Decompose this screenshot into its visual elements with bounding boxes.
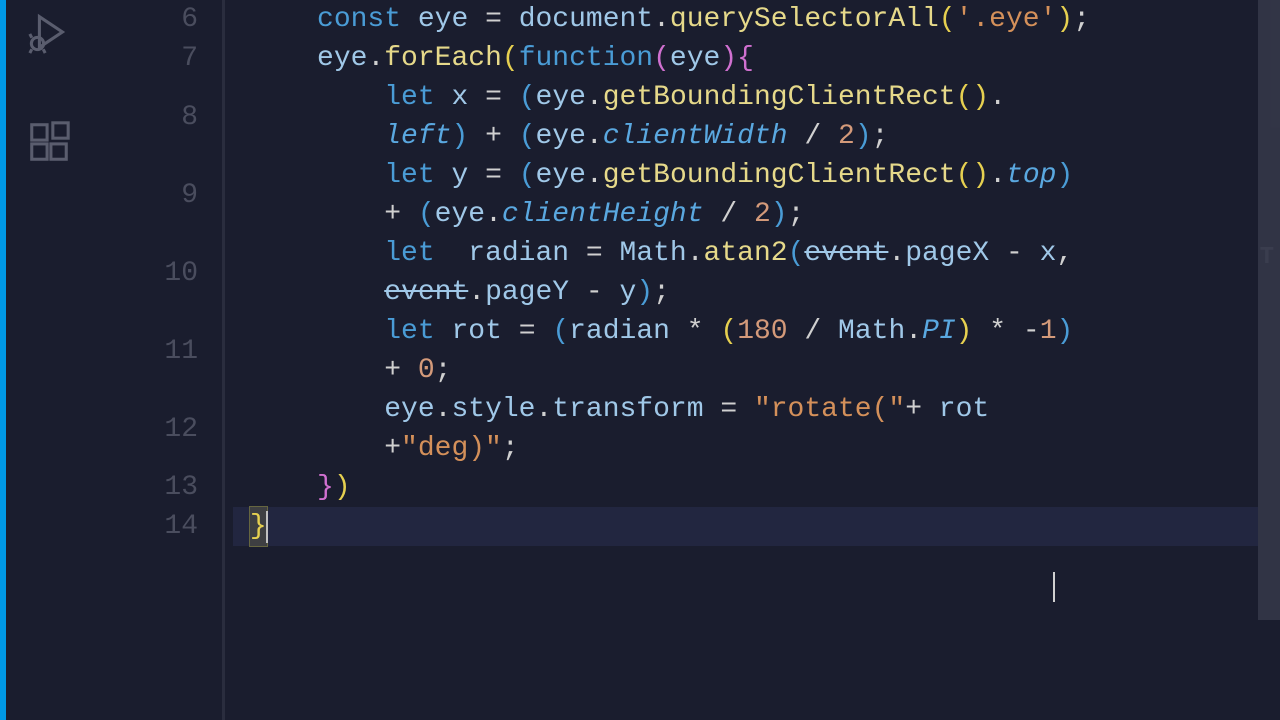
line-number: 11 <box>92 312 198 390</box>
code-line-wrap[interactable]: +"deg)"; <box>233 429 1280 468</box>
line-number: 9 <box>92 156 198 234</box>
activity-bar <box>6 0 92 720</box>
line-number-gutter: 6 7 8 9 10 11 12 13 14 <box>92 0 222 720</box>
line-number: 12 <box>92 390 198 468</box>
code-line-wrap[interactable]: left) + (eye.clientWidth / 2); <box>233 117 1280 156</box>
matched-brace: } <box>250 507 267 546</box>
code-line[interactable]: eye.forEach(function(eye){ <box>233 39 1280 78</box>
text-cursor <box>266 511 268 543</box>
code-line-wrap[interactable]: event.pageY - y); <box>233 273 1280 312</box>
line-number: 8 <box>92 78 198 156</box>
code-line-wrap[interactable]: + 0; <box>233 351 1280 390</box>
minimap-glyph: T <box>1260 244 1274 271</box>
code-line[interactable]: eye.style.transform = "rotate("+ rot <box>233 390 1280 429</box>
secondary-cursor <box>1053 572 1055 602</box>
code-line[interactable]: let rot = (radian * (180 / Math.PI) * -1… <box>233 312 1280 351</box>
code-line-wrap[interactable]: + (eye.clientHeight / 2); <box>233 195 1280 234</box>
code-line[interactable]: const eye = document.querySelectorAll('.… <box>233 0 1280 39</box>
code-area[interactable]: const eye = document.querySelectorAll('.… <box>222 0 1280 720</box>
code-editor[interactable]: 6 7 8 9 10 11 12 13 14 const eye = docum… <box>92 0 1280 720</box>
code-line-active[interactable]: } <box>233 507 1280 546</box>
code-line[interactable]: let y = (eye.getBoundingClientRect().top… <box>233 156 1280 195</box>
code-line[interactable]: let radian = Math.atan2(event.pageX - x, <box>233 234 1280 273</box>
code-line[interactable]: let x = (eye.getBoundingClientRect(). <box>233 78 1280 117</box>
line-number: 10 <box>92 234 198 312</box>
line-number: 14 <box>92 507 198 546</box>
scrollbar-thumb[interactable] <box>1258 0 1280 620</box>
run-debug-icon[interactable] <box>21 4 77 60</box>
line-number: 7 <box>92 39 198 78</box>
line-number: 6 <box>92 0 198 39</box>
line-number: 13 <box>92 468 198 507</box>
editor-root: 6 7 8 9 10 11 12 13 14 const eye = docum… <box>0 0 1280 720</box>
code-line[interactable]: }) <box>233 468 1280 507</box>
extensions-icon[interactable] <box>21 114 77 170</box>
scrollbar-track[interactable] <box>1258 0 1280 720</box>
